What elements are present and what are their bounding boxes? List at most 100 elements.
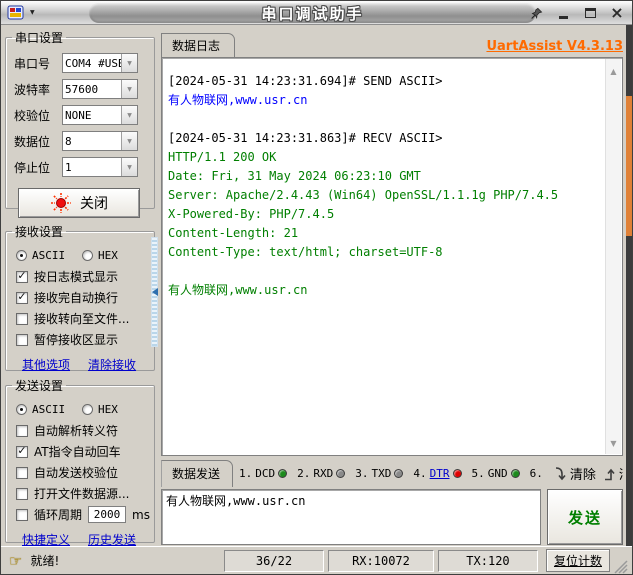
checkbox-icon bbox=[16, 445, 28, 458]
pin-indicator-txd: 3. TXD bbox=[355, 467, 404, 480]
title-plate: 串口调试助手 bbox=[89, 3, 536, 23]
send-escape-checkbox[interactable]: 自动解析转义符 bbox=[6, 420, 154, 441]
dropdown-arrow-icon[interactable]: ▼ bbox=[121, 54, 137, 72]
scroll-down-icon[interactable]: ▼ bbox=[606, 439, 621, 448]
tab-data-log[interactable]: 数据日志 bbox=[161, 33, 236, 57]
arrow-up-turn-icon bbox=[604, 468, 615, 480]
recv-pause-checkbox[interactable]: 暂停接收区显示 bbox=[6, 329, 154, 350]
minimize-icon bbox=[558, 16, 568, 19]
receive-settings-group: 接收设置 ASCII HEX 按日志模式显示 接收完自动换行 接收转向至文件..… bbox=[5, 223, 155, 373]
radio-icon bbox=[16, 249, 27, 261]
clear-receive-button[interactable]: 清除 bbox=[602, 464, 623, 483]
clear-send-button[interactable]: 清除 bbox=[553, 464, 596, 483]
window-edge-scroll-strip[interactable] bbox=[626, 25, 632, 546]
cycle-unit-label: ms bbox=[132, 507, 150, 522]
clear-receive-link[interactable]: 清除接收 bbox=[88, 356, 136, 373]
led-icon bbox=[452, 469, 462, 478]
close-port-button[interactable]: 关闭 bbox=[18, 188, 140, 218]
recv-to-file-checkbox[interactable]: 接收转向至文件... bbox=[6, 308, 154, 329]
pin-on-top-button[interactable] bbox=[527, 4, 545, 22]
send-button[interactable]: 发送 bbox=[547, 489, 623, 545]
port-open-indicator-icon bbox=[51, 193, 71, 213]
stopbits-label: 停止位 bbox=[14, 160, 51, 175]
send-at-cr-checkbox[interactable]: AT指令自动回车 bbox=[6, 441, 154, 462]
radio-icon bbox=[82, 403, 93, 415]
send-parity-label: 自动发送校验位 bbox=[34, 466, 119, 480]
status-message: 就绪! bbox=[30, 554, 60, 568]
pin-name: DCD bbox=[255, 467, 276, 480]
port-select[interactable]: COM4 #USB ▼ bbox=[62, 53, 138, 73]
send-cycle-label: 循环周期 bbox=[34, 508, 83, 522]
log-line: X-Powered-By: PHP/7.4.5 bbox=[168, 207, 335, 221]
recv-hex-radio[interactable]: HEX bbox=[72, 244, 138, 266]
databits-select[interactable]: 8 ▼ bbox=[62, 131, 138, 151]
send-parity-checkbox[interactable]: 自动发送校验位 bbox=[6, 462, 154, 483]
other-options-link[interactable]: 其他选项 bbox=[22, 356, 70, 373]
arrow-down-icon bbox=[555, 466, 566, 480]
send-file-source-label: 打开文件数据源... bbox=[34, 487, 130, 501]
clear-receive-label: 清除 bbox=[619, 464, 623, 483]
checkbox-icon bbox=[16, 333, 28, 346]
checkbox-icon bbox=[16, 487, 28, 500]
send-file-source-checkbox[interactable]: 打开文件数据源... bbox=[6, 483, 154, 504]
stopbits-select[interactable]: 1 ▼ bbox=[62, 157, 138, 177]
parity-value: NONE bbox=[65, 108, 92, 122]
pin-indicator-dtr[interactable]: 4. DTR bbox=[413, 467, 462, 480]
panel-collapse-splitter[interactable] bbox=[151, 237, 158, 347]
pin-name: RXD bbox=[313, 467, 334, 480]
titlebar[interactable]: ▼ 串口调试助手 × bbox=[1, 1, 632, 25]
pin-indicator-rxd: 2. RXD bbox=[297, 467, 346, 480]
checkbox-icon bbox=[16, 312, 28, 325]
log-scrollbar[interactable]: ▲ ▼ bbox=[605, 59, 621, 454]
send-input[interactable]: 有人物联网,www.usr.cn bbox=[162, 490, 540, 544]
baudrate-label: 波特率 bbox=[14, 82, 51, 97]
led-icon bbox=[510, 469, 520, 478]
recv-auto-newline-checkbox[interactable]: 接收完自动换行 bbox=[6, 287, 154, 308]
send-settings-group: 发送设置 ASCII HEX 自动解析转义符 AT指令自动回车 自动发送校验位 … bbox=[5, 377, 155, 547]
checkbox-icon bbox=[16, 466, 28, 479]
databits-label: 数据位 bbox=[14, 134, 51, 149]
reset-count-button[interactable]: 复位计数 bbox=[545, 549, 610, 572]
send-ascii-label: ASCII bbox=[32, 402, 66, 416]
statusbar: ☞ 就绪! 36/22 RX:10072 TX:120 复位计数 bbox=[1, 546, 632, 574]
edge-scroll-thumb[interactable] bbox=[626, 96, 632, 236]
dropdown-arrow-icon[interactable]: ▼ bbox=[121, 106, 137, 124]
send-hex-radio[interactable]: HEX bbox=[72, 398, 138, 420]
checkbox-icon bbox=[16, 270, 28, 283]
dropdown-arrow-icon[interactable]: ▼ bbox=[121, 158, 137, 176]
stopbits-value: 1 bbox=[65, 160, 72, 174]
recv-hex-label: HEX bbox=[98, 248, 118, 262]
serial-settings-title: 串口设置 bbox=[15, 31, 64, 45]
resize-grip[interactable] bbox=[614, 560, 628, 574]
dropdown-arrow-icon[interactable]: ▼ bbox=[121, 132, 137, 150]
window-menu-arrow-icon[interactable]: ▼ bbox=[30, 9, 35, 16]
dropdown-arrow-icon[interactable]: ▼ bbox=[121, 80, 137, 98]
receive-settings-title: 接收设置 bbox=[15, 225, 64, 239]
send-cycle-checkbox[interactable]: 循环周期 ms bbox=[6, 504, 154, 525]
version-link[interactable]: UartAssist V4.3.13 bbox=[486, 39, 623, 57]
baudrate-select[interactable]: 57600 ▼ bbox=[62, 79, 138, 99]
send-ascii-radio[interactable]: ASCII bbox=[6, 398, 72, 420]
tab-data-send[interactable]: 数据发送 bbox=[161, 460, 234, 487]
log-line: Content-Type: text/html; charset=UTF-8 bbox=[168, 245, 443, 259]
send-hex-label: HEX bbox=[98, 402, 118, 416]
rx-count-box: RX:10072 bbox=[327, 549, 434, 572]
maximize-button[interactable] bbox=[581, 4, 599, 22]
checkbox-icon bbox=[16, 424, 28, 437]
window-title: 串口调试助手 bbox=[261, 4, 364, 23]
app-icon[interactable] bbox=[7, 4, 24, 21]
close-button[interactable]: × bbox=[608, 4, 626, 22]
parity-select[interactable]: NONE ▼ bbox=[62, 105, 138, 125]
recv-to-file-label: 接收转向至文件... bbox=[34, 312, 130, 326]
scroll-up-icon[interactable]: ▲ bbox=[606, 67, 621, 76]
status-hand-icon: ☞ bbox=[9, 551, 23, 570]
cycle-period-input[interactable] bbox=[88, 506, 127, 523]
recv-log-mode-checkbox[interactable]: 按日志模式显示 bbox=[6, 266, 154, 287]
pin-num: 5. bbox=[471, 467, 485, 480]
recv-ascii-radio[interactable]: ASCII bbox=[6, 244, 72, 266]
data-log-area[interactable]: [2024-05-31 14:23:31.694]# SEND ASCII> 有… bbox=[161, 57, 623, 456]
log-line: [2024-05-31 14:23:31.694]# SEND ASCII> bbox=[168, 74, 443, 88]
pin-name-dtr-link[interactable]: DTR bbox=[430, 467, 450, 480]
send-at-cr-label: AT指令自动回车 bbox=[34, 445, 121, 459]
minimize-button[interactable] bbox=[554, 4, 572, 22]
